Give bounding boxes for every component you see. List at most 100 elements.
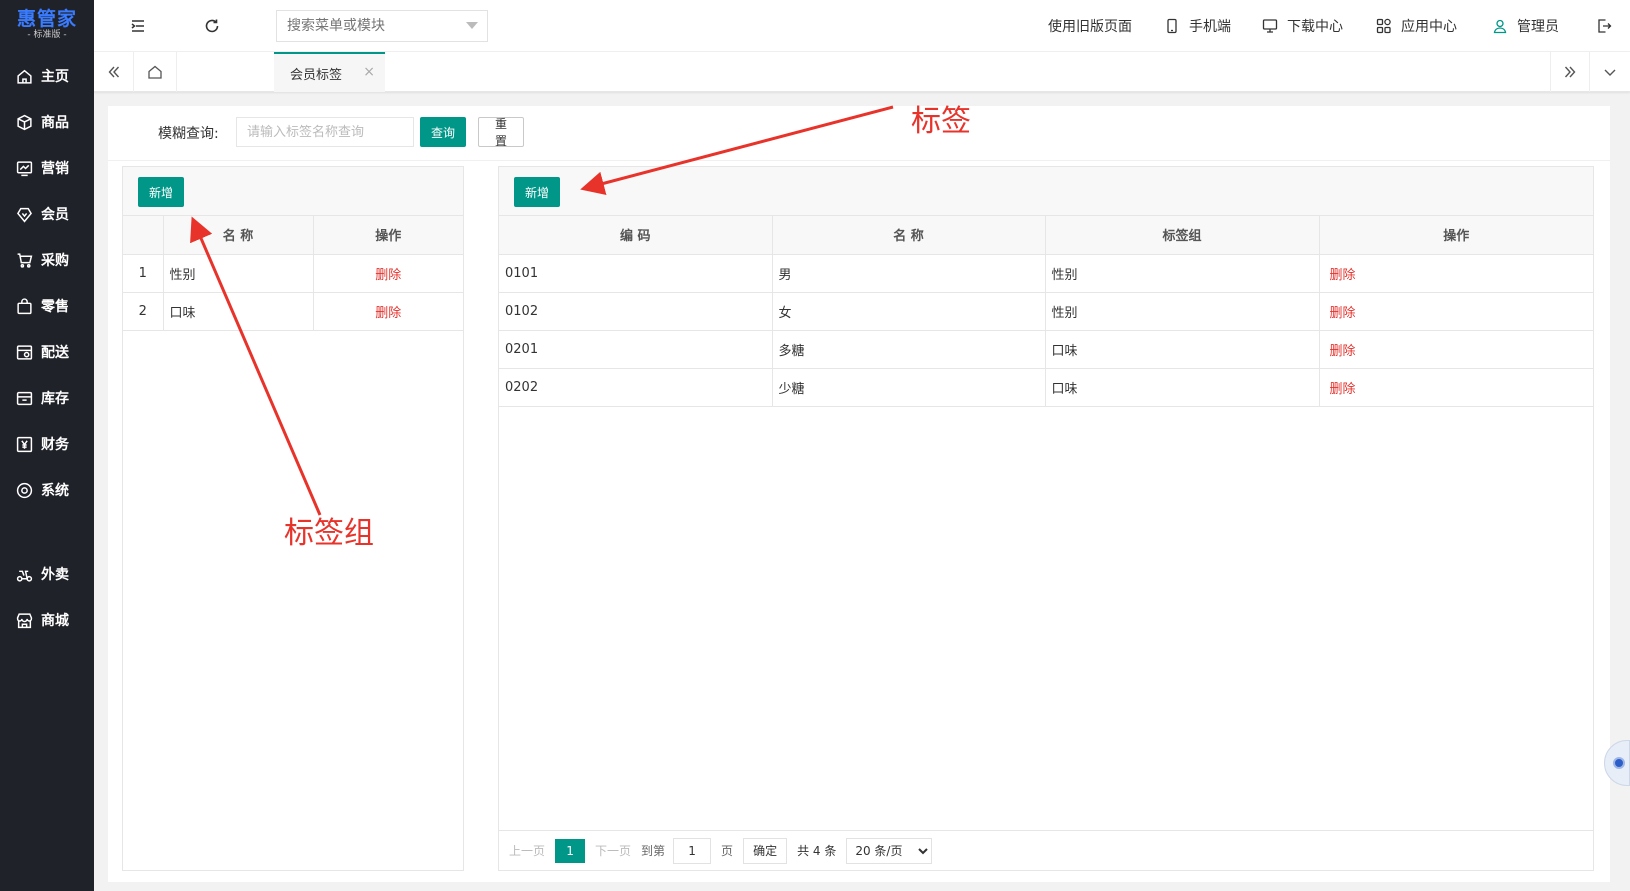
- tag-group-annotation-label: 标签组: [284, 516, 374, 551]
- sidebar-item-label: 主页: [41, 69, 69, 85]
- inventory-icon: [16, 391, 33, 405]
- apps-icon: [1376, 18, 1391, 34]
- mobile-icon: [1167, 18, 1177, 34]
- sidebar-item-marketing[interactable]: 营销: [0, 148, 94, 188]
- table-row[interactable]: 0102 女 性别 删除: [499, 292, 1593, 331]
- sidebar-item-members[interactable]: 会员: [0, 194, 94, 234]
- tab-scroll-right-icon[interactable]: [1550, 52, 1590, 92]
- tab-member-tags[interactable]: 会员标签 ×: [274, 52, 385, 92]
- total-count: 共 4 条: [797, 844, 837, 858]
- yen-icon: [16, 436, 33, 452]
- tag-code: 0202: [499, 368, 773, 407]
- bag-icon: [17, 297, 32, 314]
- delete-link[interactable]: 删除: [1330, 306, 1356, 321]
- tag-table: 编 码 名 称 标签组 操作 0101 男 性别 删除 0102 女 性别 删除: [499, 216, 1593, 407]
- mobile-link[interactable]: 手机端: [1164, 16, 1231, 36]
- page-number-input[interactable]: [673, 837, 712, 864]
- tag-search-input[interactable]: [236, 117, 414, 147]
- sidebar-item-mall[interactable]: 商城: [0, 600, 94, 640]
- sidebar-item-products[interactable]: 商品: [0, 102, 94, 142]
- delete-link[interactable]: 删除: [1330, 344, 1356, 359]
- prev-page-button[interactable]: 上一页: [509, 842, 545, 859]
- tag-name: 男: [772, 254, 1046, 293]
- tag-group: 性别: [1045, 254, 1320, 293]
- column-header[interactable]: 名 称: [163, 216, 314, 255]
- tag-group-name: 口味: [163, 292, 314, 331]
- main-content: 模糊查询: 查询 重置 新增 名 称 操作 1 性别 删除: [108, 106, 1610, 882]
- search-button[interactable]: 查询: [420, 117, 466, 147]
- download-center-link[interactable]: 下载中心: [1262, 16, 1343, 36]
- divider: [108, 160, 1610, 161]
- table-row[interactable]: 0202 少糖 口味 删除: [499, 368, 1593, 407]
- current-page-button[interactable]: 1: [555, 838, 586, 863]
- monitor-icon: [1262, 19, 1278, 33]
- table-row[interactable]: 2 口味 删除: [123, 292, 463, 331]
- tag-panel: 新增 编 码 名 称 标签组 操作 0101 男 性别 删除 0102 女 性别…: [498, 166, 1594, 871]
- tab-menu-chevron-down-icon[interactable]: [1590, 52, 1630, 92]
- row-index: 1: [123, 254, 164, 293]
- column-header: 操作: [1319, 216, 1593, 255]
- sidebar-item-inventory[interactable]: 库存: [0, 378, 94, 418]
- sidebar-item-label: 营销: [41, 161, 69, 177]
- old-page-link[interactable]: 使用旧版页面: [1048, 16, 1132, 36]
- tab-scroll-left-icon[interactable]: [94, 52, 134, 92]
- delete-link[interactable]: 删除: [375, 268, 401, 283]
- table-row[interactable]: 0201 多糖 口味 删除: [499, 330, 1593, 369]
- page-size-select[interactable]: 20 条/页: [846, 837, 933, 864]
- user-menu[interactable]: 管理员: [1492, 16, 1559, 36]
- tag-group-toolbar: 新增: [123, 167, 463, 216]
- sidebar-item-retail[interactable]: 零售: [0, 286, 94, 326]
- cart-icon: [17, 252, 33, 268]
- delete-link[interactable]: 删除: [375, 306, 401, 321]
- home-icon: [17, 69, 32, 84]
- sidebar-item-label: 会员: [41, 207, 69, 223]
- chevron-down-icon[interactable]: [466, 22, 478, 29]
- delete-link[interactable]: 删除: [1330, 382, 1356, 397]
- query-label: 模糊查询:: [158, 126, 219, 142]
- tag-group: 口味: [1045, 368, 1320, 407]
- table-row[interactable]: 1 性别 删除: [123, 254, 463, 293]
- tag-code: 0201: [499, 330, 773, 369]
- menu-search-input[interactable]: [276, 10, 488, 42]
- logo[interactable]: 惠管家 - 标准版 -: [0, 0, 94, 48]
- confirm-page-button[interactable]: 确定: [743, 837, 788, 864]
- tag-name: 少糖: [772, 368, 1046, 407]
- sidebar-item-label: 商城: [41, 613, 69, 629]
- sidebar-item-takeout[interactable]: 外卖: [0, 554, 94, 594]
- menu-toggle-icon[interactable]: [128, 16, 148, 36]
- sidebar-item-purchase[interactable]: 采购: [0, 240, 94, 280]
- tab-bar: 会员标签 ×: [94, 52, 1630, 92]
- column-header[interactable]: 名 称: [772, 216, 1046, 255]
- tab-member-tags-label: 会员标签: [290, 67, 343, 83]
- add-tag-group-button[interactable]: 新增: [138, 177, 184, 207]
- column-header[interactable]: 标签组: [1045, 216, 1320, 255]
- refresh-icon[interactable]: [202, 16, 222, 36]
- table-header-row: 编 码 名 称 标签组 操作: [499, 216, 1593, 255]
- column-header[interactable]: 编 码: [499, 216, 773, 255]
- close-icon[interactable]: ×: [363, 64, 375, 80]
- box-icon: [17, 114, 32, 130]
- next-page-button[interactable]: 下一页: [595, 842, 631, 859]
- table-header-row: 名 称 操作: [123, 216, 463, 255]
- logout-icon[interactable]: [1594, 16, 1614, 36]
- scooter-icon: [16, 570, 33, 582]
- tag-group-name: 性别: [163, 254, 314, 293]
- row-index: 2: [123, 292, 164, 331]
- reset-button[interactable]: 重置: [478, 117, 524, 148]
- sidebar-item-home[interactable]: 主页: [0, 56, 94, 96]
- sidebar-item-system[interactable]: 系统: [0, 470, 94, 510]
- page-unit-label: 页: [721, 844, 734, 858]
- delete-link[interactable]: 删除: [1330, 268, 1356, 283]
- diamond-icon: [17, 207, 32, 223]
- store-icon: [16, 612, 33, 628]
- add-tag-button[interactable]: 新增: [514, 177, 560, 207]
- app-center-label: 应用中心: [1401, 19, 1457, 35]
- tab-home-icon[interactable]: [134, 52, 177, 92]
- tag-group-table: 名 称 操作 1 性别 删除 2 口味 删除: [123, 216, 463, 331]
- sidebar-item-delivery[interactable]: 配送: [0, 332, 94, 372]
- sidebar-item-finance[interactable]: 财务: [0, 424, 94, 464]
- tag-code: 0102: [499, 292, 773, 331]
- table-row[interactable]: 0101 男 性别 删除: [499, 254, 1593, 293]
- app-center-link[interactable]: 应用中心: [1376, 16, 1457, 36]
- mobile-link-label: 手机端: [1189, 19, 1231, 35]
